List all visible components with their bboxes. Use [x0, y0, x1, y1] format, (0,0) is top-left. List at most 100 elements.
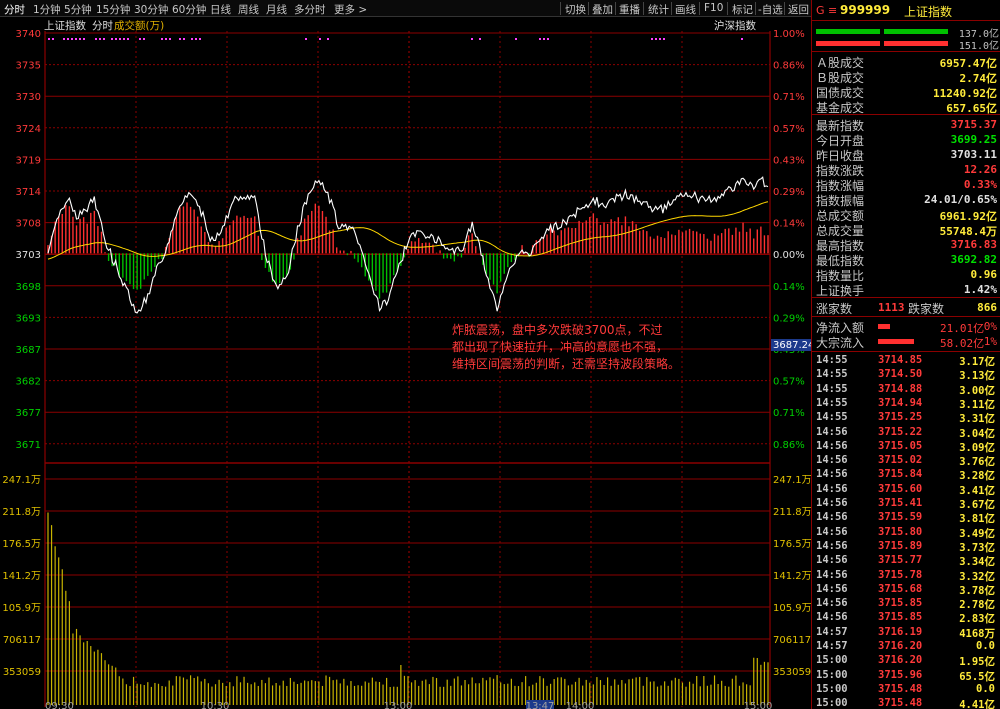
commentary-line: 维持区间震荡的判断，还需坚持波段策略。	[452, 357, 681, 371]
commentary-annotation: 炸脓震荡，盘中多次跌破3700点，不过 都出现了快速拉升，冲高的意愿也不强， 维…	[452, 322, 752, 373]
tab-daily[interactable]: 日线	[210, 2, 231, 17]
price-axis-label: 3735	[16, 61, 41, 72]
remove-watchlist-button[interactable]: -自选	[758, 2, 783, 17]
pct-axis-label: 0.71%	[773, 92, 805, 103]
stat-value: 3715.37	[950, 118, 997, 131]
g-marker: G	[816, 4, 825, 17]
price-axis-label: 3719	[16, 155, 41, 166]
toolbar-divider	[727, 2, 728, 15]
tab-monthly[interactable]: 月线	[266, 2, 287, 17]
tick-time: 14:56	[816, 511, 848, 524]
toolbar-divider	[699, 2, 700, 15]
flow-value: 58.02亿	[940, 337, 985, 350]
price-axis-label: 3687	[16, 345, 41, 356]
tab-1min[interactable]: 1分钟	[33, 2, 61, 17]
tick-time: 14:55	[816, 368, 848, 381]
tab-more[interactable]: 更多 >	[334, 2, 367, 17]
index-name: 上证指数	[904, 5, 953, 19]
price-axis-label: 3693	[16, 313, 41, 324]
tab-intraday[interactable]: 分时	[4, 2, 25, 17]
toolbar-divider	[615, 2, 616, 15]
tab-weekly[interactable]: 周线	[238, 2, 259, 17]
tick-time: 14:56	[816, 597, 848, 610]
toolbar-divider	[784, 2, 785, 15]
top-toolbar: 分时 1分钟 5分钟 15分钟 30分钟 60分钟 日线 周线 月线 多分时 更…	[0, 0, 811, 17]
event-marker	[119, 38, 121, 40]
flow-row: 大宗流入 58.02亿 1%	[812, 334, 1000, 350]
event-marker	[659, 38, 661, 40]
tick-row: 14:56 3715.80 3.49亿	[812, 525, 1000, 540]
price-axis-label: 3730	[16, 92, 41, 103]
green-bar	[884, 29, 948, 34]
f10-button[interactable]: F10	[704, 2, 723, 14]
event-marker	[165, 38, 167, 40]
tick-time: 15:00	[816, 668, 848, 681]
price-line	[47, 176, 769, 314]
stat-value: 0.33%	[963, 178, 997, 191]
pct-axis-label: 0.71%	[773, 408, 805, 419]
volume-axis-label: 141.2万	[2, 571, 41, 582]
event-marker	[79, 38, 81, 40]
tab-5min[interactable]: 5分钟	[64, 2, 92, 17]
tab-multi-intraday[interactable]: 多分时	[294, 2, 326, 17]
tick-price: 3715.85	[878, 597, 923, 610]
volume-axis-label: 247.1万	[2, 475, 41, 486]
stat-row: 总成交量 55748.4万	[812, 222, 1000, 238]
pct-axis-label: 1.00%	[773, 29, 805, 40]
tick-price: 3715.89	[878, 539, 923, 552]
breadth-row: 涨家数 1113 跌家数 866	[812, 300, 1000, 316]
back-button[interactable]: 返回	[788, 2, 809, 17]
tick-price: 3716.19	[878, 625, 923, 638]
turnover-row: Ａ股成交 6957.47亿	[812, 54, 1000, 70]
sell-strength-bar: 151.0亿	[812, 38, 1000, 52]
stat-value: 3716.83	[950, 238, 997, 251]
menu-icon[interactable]: ≡	[828, 4, 837, 17]
tick-row: 15:00 3716.20 1.95亿	[812, 653, 1000, 668]
tick-time: 14:57	[816, 625, 848, 638]
tab-15min[interactable]: 15分钟	[96, 2, 130, 17]
tick-time: 14:56	[816, 539, 848, 552]
draw-button[interactable]: 画线	[675, 2, 696, 17]
tick-time: 14:55	[816, 411, 848, 424]
stats-button[interactable]: 统计	[648, 2, 669, 17]
bar-value: 151.0亿	[958, 41, 999, 52]
stat-value: 1.42%	[963, 283, 997, 296]
pct-axis-label: 0.57%	[773, 124, 805, 135]
tick-row: 14:55 3714.88 3.00亿	[812, 382, 1000, 397]
tab-30min[interactable]: 30分钟	[134, 2, 168, 17]
divider	[812, 351, 1000, 352]
down-count-value: 866	[977, 301, 997, 314]
replay-button[interactable]: 重播	[619, 2, 640, 17]
tick-price: 3715.85	[878, 611, 923, 624]
tab-60min[interactable]: 60分钟	[172, 2, 206, 17]
switch-button[interactable]: 切换	[565, 2, 586, 17]
volume-axis-label-right: 247.1万	[773, 475, 811, 486]
price-axis-label: 3682	[16, 377, 41, 388]
tick-time: 14:56	[816, 482, 848, 495]
stat-value: 12.26	[963, 163, 997, 176]
tick-time: 15:00	[816, 697, 848, 709]
red-bar	[884, 41, 948, 46]
volume-axis-label: 176.5万	[2, 539, 41, 550]
mark-button[interactable]: 标记	[732, 2, 753, 17]
pct-axis-label: 0.29%	[773, 187, 805, 198]
event-marker	[75, 38, 77, 40]
tick-row: 15:00 3715.48 4.41亿	[812, 696, 1000, 709]
tick-row: 14:56 3715.85 2.78亿	[812, 596, 1000, 611]
time-axis-label: 09:30	[45, 701, 74, 709]
flow-label: 大宗流入	[816, 336, 865, 350]
tick-row: 14:56 3715.68 3.78亿	[812, 582, 1000, 597]
compare-index-label[interactable]: 沪深指数	[714, 18, 756, 33]
tick-row: 14:56 3715.22 3.04亿	[812, 425, 1000, 440]
event-marker	[195, 38, 197, 40]
event-marker	[115, 38, 117, 40]
event-marker	[327, 38, 329, 40]
tick-time: 14:55	[816, 382, 848, 395]
tick-price: 3715.78	[878, 568, 923, 581]
overlay-button[interactable]: 叠加	[592, 2, 613, 17]
volume-axis-label: 211.8万	[2, 507, 41, 518]
volume-axis-label-right: 706117	[773, 635, 811, 646]
event-marker	[471, 38, 473, 40]
pct-axis-label: 0.29%	[773, 313, 805, 324]
event-marker	[191, 38, 193, 40]
